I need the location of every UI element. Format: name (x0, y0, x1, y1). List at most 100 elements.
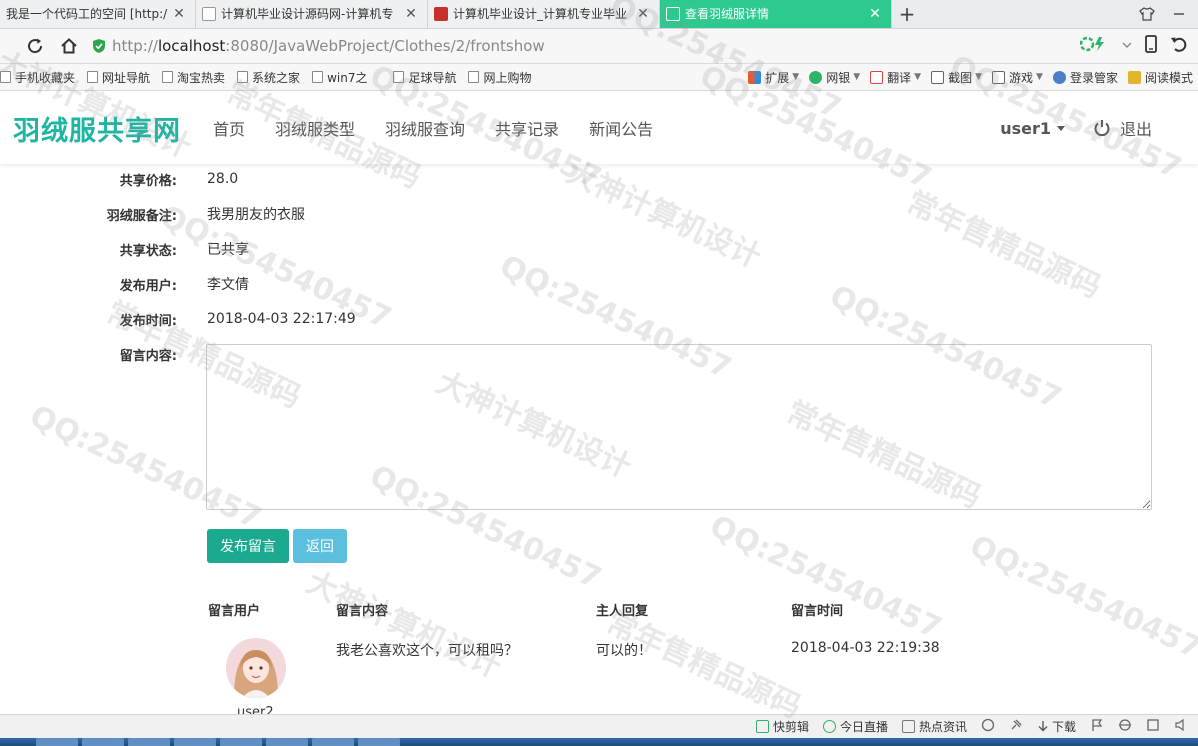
speed-dial-icon[interactable] (981, 718, 995, 735)
os-taskbar (0, 738, 1198, 746)
field-label: 发布用户: (119, 278, 177, 294)
bookmark-label: 阅读模式 (1144, 70, 1193, 85)
message-textarea[interactable] (206, 344, 1152, 510)
bookmark-nav[interactable]: 网址导航 (81, 69, 156, 86)
back-button[interactable]: 返回 (293, 529, 347, 563)
bookmark-mobile[interactable]: 手机收藏夹 (0, 69, 81, 86)
field-value: 李文倩 (207, 277, 249, 293)
close-tab-icon[interactable]: ✕ (403, 6, 419, 22)
page-icon (237, 71, 249, 83)
field-label: 留言内容: (119, 348, 177, 364)
close-tab-icon[interactable]: ✕ (171, 6, 187, 22)
nav-clothes-types[interactable]: 羽绒服类型 (275, 116, 355, 140)
avatar (226, 638, 286, 698)
live-today[interactable]: 今日直播 (822, 718, 888, 735)
grid-icon (748, 70, 762, 84)
minimize-icon[interactable] (1168, 4, 1190, 24)
taskbar-item[interactable] (220, 738, 262, 746)
bookmark-taobao[interactable]: 淘宝热卖 (156, 69, 231, 86)
field-label: 共享价格: (119, 173, 177, 189)
book-icon (1127, 70, 1141, 84)
taskbar-item[interactable] (266, 738, 308, 746)
undo-icon[interactable] (1170, 35, 1188, 57)
detail-content: 共享价格: 28.0 羽绒服备注: 我男朋友的衣服 共享状态: 已共享 发布用户… (0, 164, 1198, 714)
dropdown-chevron-icon[interactable] (1122, 39, 1132, 54)
nav-clothes-search[interactable]: 羽绒服查询 (385, 116, 465, 140)
flag-icon[interactable] (1090, 718, 1104, 735)
page-icon (393, 71, 405, 83)
browser-tab-2-title: 计算机毕业设计源码网-计算机专 (221, 7, 394, 21)
field-share-status: 共享状态: 已共享 (0, 234, 1198, 264)
login-manager[interactable]: 登录管家 (1048, 69, 1123, 86)
bookmark-label: 游戏 (1009, 70, 1034, 85)
shirt-icon[interactable] (1136, 4, 1158, 24)
banking-menu[interactable]: 网银 ▼ (804, 69, 865, 86)
bookmark-label: win7之 (327, 70, 368, 85)
field-value: 已共享 (207, 242, 249, 258)
submit-message-button[interactable]: 发布留言 (207, 529, 289, 563)
browser-tab-1[interactable]: 我是一个代码工的空间 [http://2 ✕ (0, 0, 196, 28)
bookmark-label: 截图 (948, 70, 973, 85)
bookmark-football[interactable]: 足球导航 (387, 69, 462, 86)
field-value: 我男朋友的衣服 (207, 207, 305, 223)
field-label: 共享状态: (119, 243, 177, 259)
url-prefix: http:// (112, 37, 158, 55)
power-icon[interactable] (1093, 119, 1111, 137)
caret-down-icon[interactable] (1056, 125, 1065, 131)
nav-news[interactable]: 新闻公告 (589, 116, 653, 140)
col-header-user: 留言用户 (208, 604, 261, 619)
window-icon[interactable] (1146, 718, 1160, 735)
reload-icon[interactable] (18, 29, 52, 63)
bookmark-label: 网址导航 (102, 70, 151, 85)
bank-shield-icon (809, 70, 823, 84)
site-logo[interactable]: 羽绒服共享网 (13, 109, 181, 148)
browser-tab-3[interactable]: 计算机毕业设计_计算机专业毕业 ✕ (428, 0, 660, 28)
logout-link[interactable]: 退出 (1120, 116, 1152, 140)
phone-icon[interactable] (1144, 35, 1158, 57)
field-value: 2018-04-03 22:17:49 (207, 311, 356, 327)
page-icon (162, 71, 174, 83)
nav-home[interactable]: 首页 (213, 116, 245, 140)
browser-tab-active[interactable]: 查看羽绒服详情 ✕ (660, 0, 892, 28)
user-menu[interactable]: user1 (1000, 119, 1051, 138)
bookmark-label: 淘宝热卖 (177, 70, 226, 85)
comment-time: 2018-04-03 22:19:38 (791, 640, 940, 656)
taskbar-item[interactable] (312, 738, 354, 746)
quick-edit[interactable]: 快剪辑 (755, 718, 809, 735)
pin-icon[interactable] (1009, 718, 1023, 735)
url-host: localhost (157, 37, 226, 55)
taskbar-item[interactable] (36, 738, 78, 746)
bookmark-win7[interactable]: win7之 (306, 69, 373, 86)
close-tab-icon[interactable]: ✕ (867, 6, 883, 22)
page-icon (87, 71, 99, 83)
url-field[interactable]: http://localhost:8080/JavaWebProject/Clo… (92, 33, 1074, 59)
reading-mode[interactable]: 阅读模式 (1123, 69, 1198, 86)
close-tab-icon[interactable]: ✕ (635, 6, 651, 22)
taskbar-item[interactable] (358, 738, 400, 746)
bookmark-label: 翻译 (887, 70, 912, 85)
taskbar-item[interactable] (128, 738, 170, 746)
speed-icon[interactable] (1079, 36, 1110, 56)
taskbar-item[interactable] (82, 738, 124, 746)
translate-menu[interactable]: 翻译 ▼ (865, 69, 926, 86)
hot-news[interactable]: 热点资讯 (901, 718, 967, 735)
address-bar: http://localhost:8080/JavaWebProject/Clo… (0, 29, 1198, 64)
nav-share-records[interactable]: 共享记录 (495, 116, 559, 140)
home-icon[interactable] (52, 29, 86, 63)
field-publish-time: 发布时间: 2018-04-03 22:17:49 (0, 304, 1198, 334)
games-menu[interactable]: 游戏 ▼ (987, 69, 1048, 86)
bookmark-system[interactable]: 系统之家 (231, 69, 306, 86)
speaker-icon[interactable] (1174, 718, 1188, 735)
bookmark-shopping[interactable]: 网上购物 (462, 69, 537, 86)
taskbar-item[interactable] (174, 738, 216, 746)
ie-icon[interactable] (1118, 718, 1132, 735)
screenshot-menu[interactable]: 截图 ▼ (926, 69, 987, 86)
field-label: 发布时间: (119, 313, 177, 329)
browser-tab-2[interactable]: 计算机毕业设计源码网-计算机专 ✕ (196, 0, 428, 28)
toolbar-extensions: 扩展 ▼ 网银 ▼ 翻译 ▼ 截图 ▼ 游戏 ▼ 登录管家 阅读模式 (743, 69, 1198, 86)
col-header-reply: 主人回复 (596, 604, 649, 619)
downloads[interactable]: 下载 (1037, 718, 1076, 735)
new-tab-button[interactable]: + (892, 0, 922, 28)
extensions-menu[interactable]: 扩展 ▼ (743, 69, 804, 86)
comment-reply: 可以的！ (596, 643, 652, 659)
